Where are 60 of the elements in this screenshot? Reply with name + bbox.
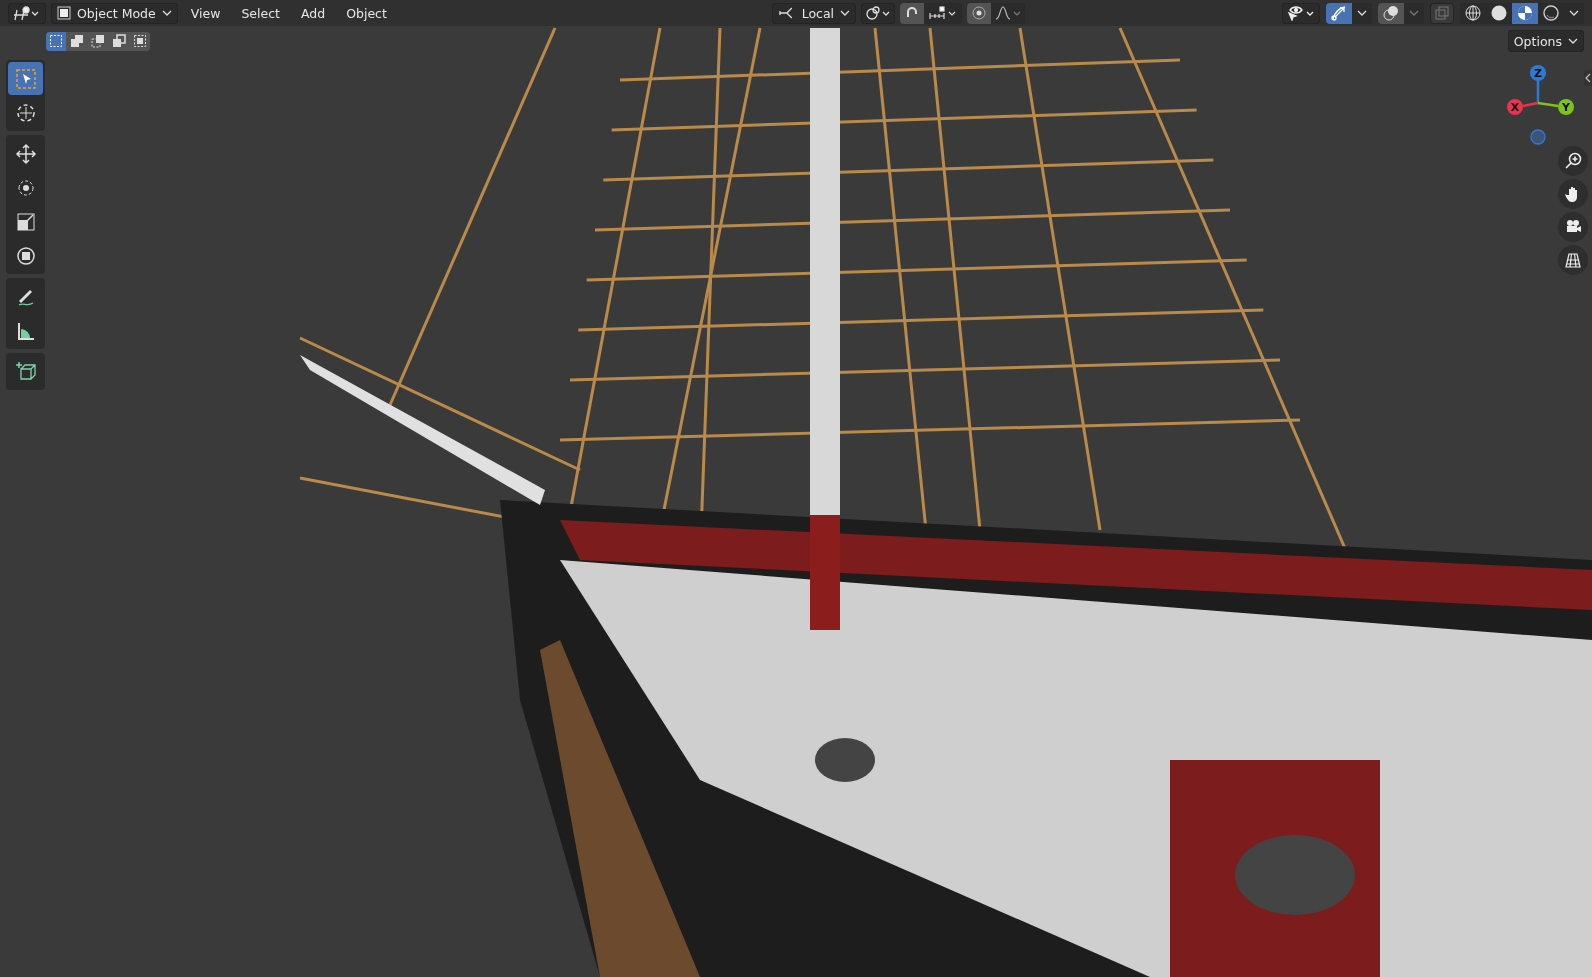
shading-mode-button[interactable] (1512, 2, 1538, 24)
selection-mode-icon (49, 34, 63, 48)
gizmo-toggle[interactable] (1326, 2, 1352, 24)
xray-icon (1434, 5, 1450, 21)
select-box-icon (14, 67, 37, 90)
target-icon (970, 5, 987, 21)
wireframe-sphere-icon (1464, 4, 1482, 22)
selection-mode-icon (112, 34, 126, 48)
rendered-sphere-icon (1542, 4, 1560, 22)
orientation-dropdown[interactable]: Local (771, 2, 856, 24)
overlays-toggle[interactable] (1378, 2, 1404, 24)
selection-mode-icon (70, 34, 84, 48)
material-sphere-icon (1516, 4, 1534, 22)
axis-label: Y (1562, 101, 1570, 114)
xray-toggle[interactable] (1430, 2, 1454, 24)
negative-z-axis-handle[interactable] (1530, 129, 1546, 145)
cursor-icon (14, 101, 37, 124)
zoom-icon (1564, 152, 1582, 170)
scale-icon (14, 210, 37, 233)
eye-icon (1286, 5, 1316, 21)
caret-icon (1568, 37, 1578, 45)
axis-label: Z (1534, 67, 1542, 80)
caret-icon (1357, 9, 1367, 17)
menu-item[interactable]: Select (233, 2, 288, 24)
increment-icon (927, 5, 958, 21)
caret-icon (1569, 9, 1579, 17)
navigation-button[interactable] (1558, 245, 1588, 275)
transform-icon (14, 244, 37, 267)
options-dropdown[interactable]: Options (1507, 30, 1584, 52)
navigation-button[interactable] (1558, 179, 1588, 209)
axis-handle[interactable]: Y (1558, 99, 1574, 115)
mode-dropdown[interactable]: Object Mode (51, 2, 178, 24)
visibility-dropdown[interactable] (1282, 2, 1320, 24)
menu-item[interactable]: Add (293, 2, 334, 24)
editor-type-button[interactable] (8, 2, 46, 24)
navigation-button[interactable] (1558, 146, 1588, 176)
caret-icon (161, 9, 172, 17)
chevron-left-icon (1585, 73, 1591, 83)
sidebar-toggle[interactable] (1584, 70, 1592, 86)
axis-handle[interactable]: Z (1530, 65, 1546, 81)
overlay-circles-icon (1382, 4, 1400, 22)
menu-item[interactable]: View (182, 2, 229, 24)
selection-mode-icon (133, 34, 147, 48)
navigation-button[interactable] (1558, 212, 1588, 242)
caret-icon (1409, 9, 1419, 17)
selection-mode-button[interactable] (46, 31, 66, 51)
curve-icon (994, 5, 1021, 21)
pivot-dropdown[interactable] (860, 2, 895, 24)
grid-icon (1564, 251, 1582, 269)
selection-mode-icon (91, 34, 105, 48)
menu-item[interactable]: Object (338, 2, 395, 24)
link-icon (864, 5, 891, 21)
caret-icon (840, 9, 850, 17)
proportional-edit-toggle[interactable] (966, 2, 991, 24)
snap-toggle[interactable] (899, 2, 924, 24)
cube-icon (57, 6, 71, 20)
solid-sphere-icon (1490, 4, 1508, 22)
move-arrows-icon (14, 142, 37, 165)
add-cube-icon (14, 360, 37, 383)
gizmo-icon (1330, 4, 1348, 22)
